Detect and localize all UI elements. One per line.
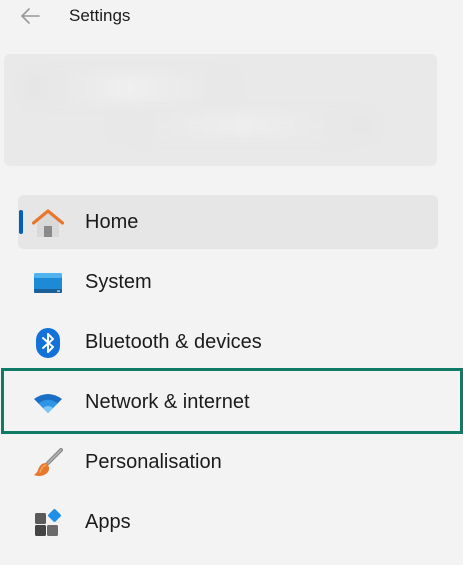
title-bar: Settings <box>0 0 463 36</box>
wifi-icon <box>31 386 65 420</box>
bluetooth-icon <box>31 326 65 360</box>
user-account-card[interactable] <box>4 54 437 166</box>
sidebar-item-label: System <box>85 271 152 293</box>
blurred-account-email <box>114 114 374 136</box>
app-title: Settings <box>69 6 131 25</box>
sidebar-item-label: Network & internet <box>85 391 250 413</box>
sidebar-item-label: Bluetooth & devices <box>85 331 262 353</box>
sidebar-item-apps[interactable]: Apps <box>18 495 438 549</box>
monitor-icon <box>31 266 65 300</box>
paintbrush-icon <box>31 446 65 480</box>
sidebar-item-label: Home <box>85 211 139 233</box>
sidebar-item-label: Apps <box>85 511 131 533</box>
arrow-left-icon <box>21 8 40 24</box>
sidebar-item-bluetooth[interactable]: Bluetooth & devices <box>18 315 438 369</box>
apps-icon <box>31 506 65 540</box>
home-icon <box>31 206 65 240</box>
back-button[interactable] <box>14 4 46 28</box>
selection-indicator <box>19 210 23 234</box>
sidebar-item-system[interactable]: System <box>18 255 438 309</box>
sidebar-item-home[interactable]: Home <box>18 195 438 249</box>
blurred-account-name <box>24 74 234 102</box>
sidebar-item-network[interactable]: Network & internet <box>18 375 438 429</box>
sidebar-item-label: Personalisation <box>85 451 222 473</box>
sidebar-item-personalisation[interactable]: Personalisation <box>18 435 438 489</box>
